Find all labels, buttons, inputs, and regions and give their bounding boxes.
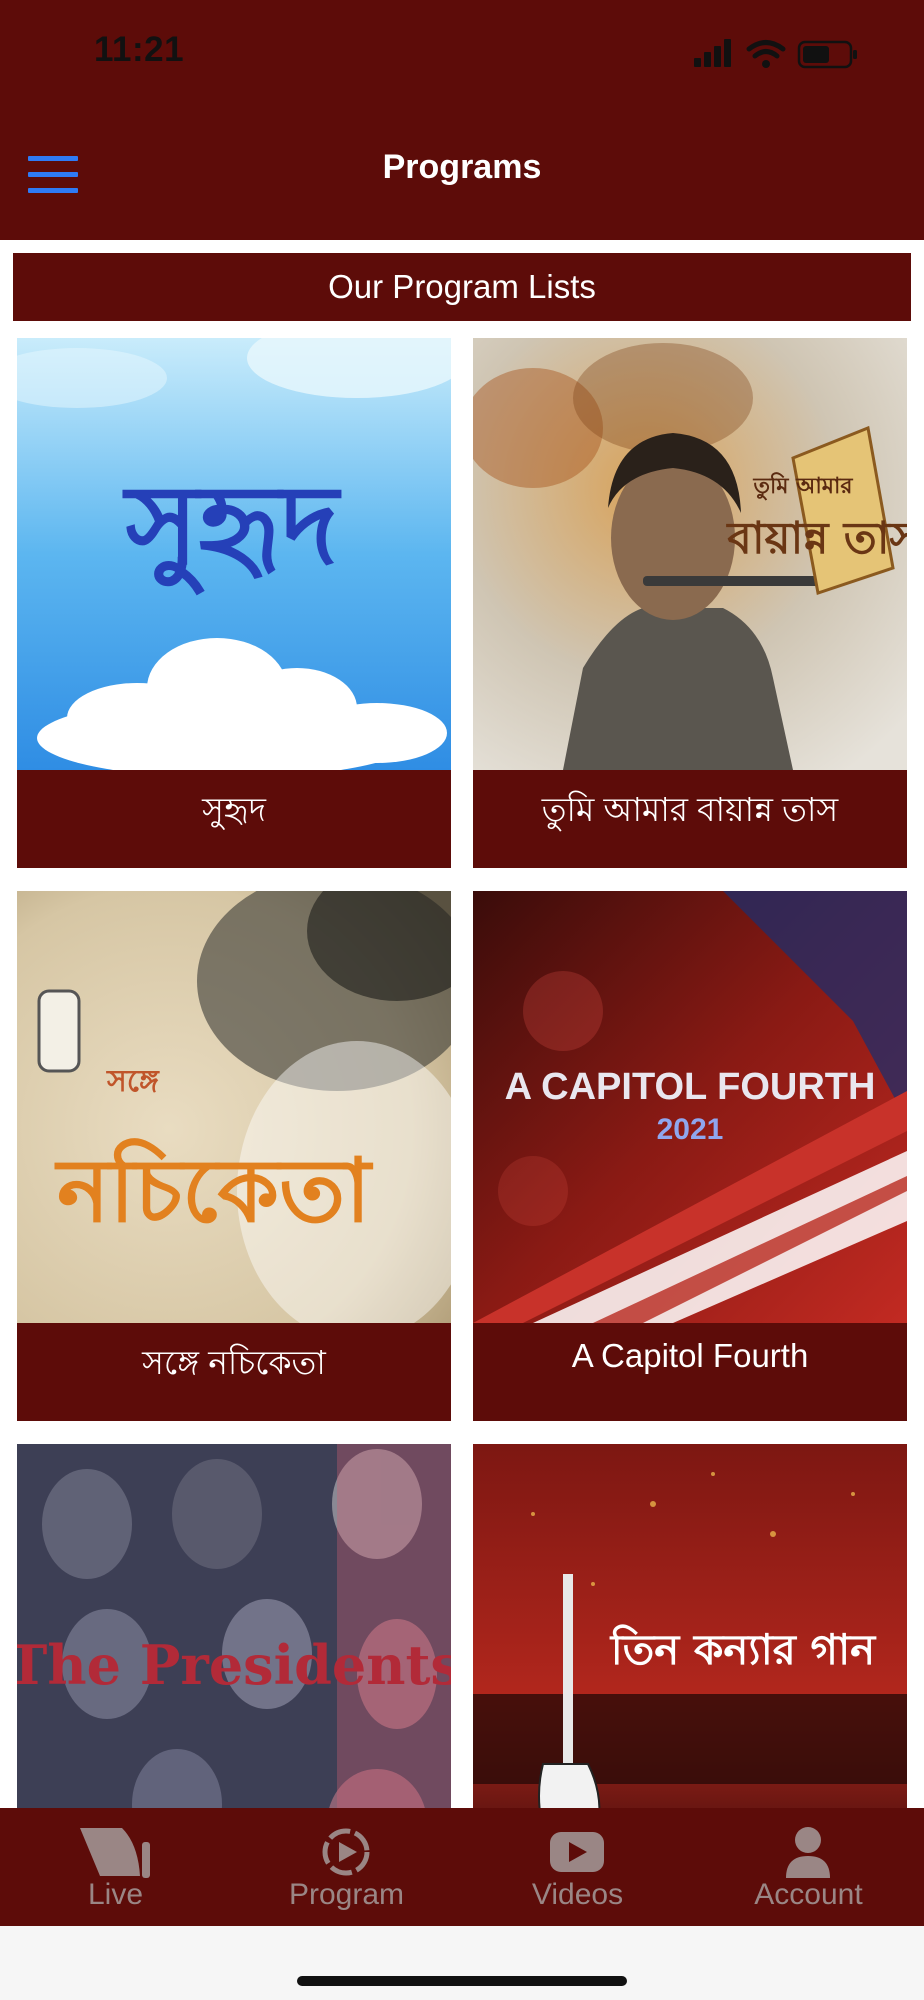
program-thumbnail: সুহৃদ [17, 338, 451, 770]
program-thumbnail: A CAPITOL FOURTH 2021 [473, 891, 907, 1323]
program-thumbnail: The Presidents [17, 1444, 451, 1808]
program-grid: সুহৃদ সুহৃদ তুমি আমার বায়ান্ন তাস তুমি … [0, 338, 924, 1808]
tab-live[interactable]: Live [0, 1808, 231, 1926]
program-art-text-small: তুমি আমার [752, 472, 853, 501]
videos-icon [550, 1832, 604, 1872]
program-title: A Capitol Fourth [571, 1337, 809, 1374]
program-icon [322, 1828, 370, 1876]
program-art-text: বায়ান্ন তাস [725, 513, 907, 564]
tab-program[interactable]: Program [231, 1808, 462, 1926]
program-card-tin-konyar-gaan[interactable]: তিন কন্যার গান [473, 1444, 907, 1808]
tab-label: Live [87, 1878, 144, 1911]
section-header: Our Program Lists [13, 253, 911, 321]
program-art-text: তিন কন্যার গান [609, 1624, 877, 1674]
tab-bar: Live Program Videos Account [0, 1808, 924, 1926]
program-title: সঙ্গে নচিকেতা [142, 1344, 326, 1381]
home-indicator-area [0, 1926, 924, 2000]
battery-icon [797, 40, 857, 69]
home-indicator[interactable] [297, 1976, 627, 1986]
program-card-nachiketa[interactable]: সঙ্গে নচিকেতা সঙ্গে নচিকেতা [17, 891, 451, 1421]
live-icon [80, 1828, 150, 1878]
program-title: সুহৃদ [202, 791, 266, 828]
tab-label: Videos [531, 1878, 624, 1911]
program-card-presidents[interactable]: The Presidents [17, 1444, 451, 1808]
wifi-icon [746, 40, 786, 59]
wifi-dot [762, 60, 770, 68]
program-title: তুমি আমার বায়ান্ন তাস [541, 791, 839, 828]
program-art-text: নচিকেতা [54, 1137, 374, 1242]
status-icons [694, 39, 857, 69]
tab-label: Program [288, 1878, 405, 1911]
signal-icon [694, 39, 731, 67]
tab-videos[interactable]: Videos [462, 1808, 693, 1926]
program-card-bayanno-tash[interactable]: তুমি আমার বায়ান্ন তাস তুমি আমার বায়ান্… [473, 338, 907, 868]
account-icon [786, 1827, 830, 1878]
program-card-suhrid[interactable]: সুহৃদ সুহৃদ [17, 338, 451, 868]
program-thumbnail: তুমি আমার বায়ান্ন তাস [473, 338, 907, 770]
program-art-sub: 2021 [657, 1113, 724, 1146]
status-bar: 11:21 [0, 0, 924, 108]
tab-account[interactable]: Account [693, 1808, 924, 1926]
program-thumbnail: সঙ্গে নচিকেতা [17, 891, 451, 1323]
program-art-text: A CAPITOL FOURTH [505, 1066, 876, 1108]
program-art-text: The Presidents [17, 1633, 451, 1697]
status-time: 11:21 [94, 30, 185, 69]
program-thumbnail: তিন কন্যার গান [473, 1444, 907, 1808]
program-art-text: সুহৃদ [122, 461, 342, 596]
tab-label: Account [754, 1878, 863, 1911]
program-art-text-small: সঙ্গে [106, 1064, 160, 1099]
nav-bar: Programs [0, 108, 924, 240]
program-card-capitol-fourth[interactable]: A CAPITOL FOURTH 2021 A Capitol Fourth [473, 891, 907, 1421]
page-title: Programs [382, 148, 542, 186]
